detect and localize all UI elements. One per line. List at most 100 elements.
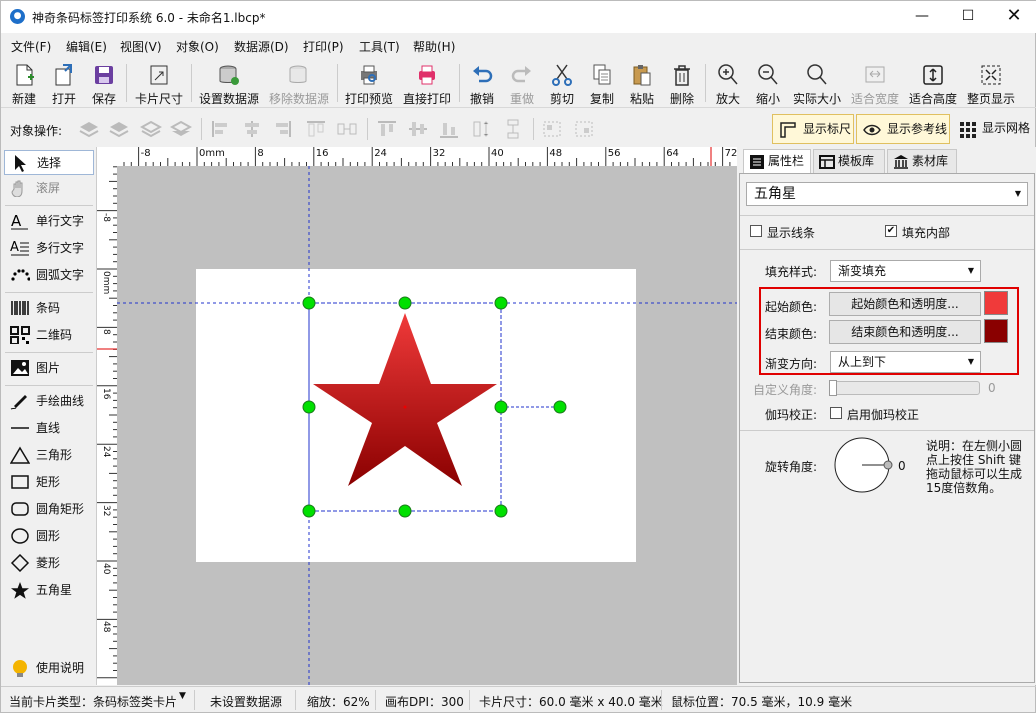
show-grid-toggle[interactable]: 显示网格 [952,114,1034,144]
ungroup-button[interactable] [573,119,595,139]
close-button[interactable]: ✕ [991,1,1036,33]
open-button[interactable]: 打开 [47,60,81,106]
object-type-select[interactable]: 五角星 ▼ [746,182,1028,206]
menu-print[interactable]: 打印(P) [303,38,344,55]
card-size-icon [150,65,168,85]
rounded-rectangle-tool[interactable]: 圆角矩形 [4,497,94,522]
start-color-swatch[interactable] [984,291,1008,315]
end-color-button[interactable]: 结束颜色和透明度... [829,320,981,344]
align-bottom-button[interactable] [438,119,460,139]
send-back-button[interactable] [169,119,193,139]
triangle-tool[interactable]: 三角形 [4,443,94,468]
minimize-button[interactable]: — [899,1,945,33]
show-guides-toggle[interactable]: 显示参考线 [856,114,950,144]
resize-handle[interactable] [494,504,508,518]
cut-button[interactable]: 剪切 [545,60,579,106]
star-shape[interactable] [313,313,497,486]
distribute-horizontal-button[interactable] [336,119,358,139]
resize-handle[interactable] [398,504,412,518]
menu-object[interactable]: 对象(O) [176,38,219,55]
caret-down-icon[interactable]: ▼ [179,691,186,701]
single-line-text-tool[interactable]: A 单行文字 [4,209,94,234]
multi-line-text-tool[interactable]: A 多行文字 [4,236,94,261]
tool-palette: 选择 滚屏 A 单行文字 A 多行文字 圆弧文字 条码 二维码 图片 手绘曲线 直线… [1,147,97,685]
undo-button[interactable]: 撤销 [465,60,499,106]
bring-forward-button[interactable] [108,119,130,139]
resize-handle[interactable] [302,400,316,414]
group-button[interactable] [541,119,563,139]
menu-datasource[interactable]: 数据源(D) [234,38,289,55]
rotation-dial[interactable] [834,436,908,496]
circle-tool[interactable]: 圆形 [4,524,94,549]
resize-handle[interactable] [398,296,412,310]
align-right-button[interactable] [271,119,293,139]
tab-templates[interactable]: 模板库 [813,149,885,173]
copy-button[interactable]: 复制 [585,60,619,106]
arc-text-tool[interactable]: 圆弧文字 [4,263,94,288]
help-button[interactable]: 使用说明 [4,656,94,681]
end-color-swatch[interactable] [984,319,1008,343]
resize-handle[interactable] [494,296,508,310]
paste-button[interactable]: 粘贴 [625,60,659,106]
resize-handle[interactable] [302,296,316,310]
start-color-button[interactable]: 起始颜色和透明度... [829,292,981,316]
barcode-tool[interactable]: 条码 [4,296,94,321]
card-size-button[interactable]: 卡片尺寸 [132,60,186,106]
remove-datasource-button[interactable]: 移除数据源 [267,60,331,106]
gradient-direction-select[interactable]: 从上到下 ▼ [830,351,981,373]
align-center-button[interactable] [241,119,263,139]
new-button[interactable]: 新建 [7,60,41,106]
line-tool[interactable]: 直线 [4,416,94,441]
align-middle-button[interactable] [407,119,429,139]
resize-handle[interactable] [553,400,567,414]
menu-file[interactable]: 文件(F) [11,38,51,55]
gamma-checkbox[interactable]: 启用伽玛校正 [830,406,919,423]
align-top-button[interactable] [305,119,327,139]
menu-view[interactable]: 视图(V) [120,38,162,55]
tab-properties[interactable]: 属性栏 [743,149,811,173]
custom-angle-slider[interactable] [829,380,980,396]
set-datasource-button[interactable]: 设置数据源 [197,60,261,106]
image-tool[interactable]: 图片 [4,356,94,381]
resize-handle[interactable] [494,400,508,414]
fit-width-button[interactable]: 适合宽度 [849,60,901,106]
distribute-vertical-button[interactable] [502,119,524,139]
select-tool[interactable]: 选择 [4,150,94,175]
diamond-tool[interactable]: 菱形 [4,551,94,576]
align-top-edge-button[interactable] [376,119,398,139]
menu-tools[interactable]: 工具(T) [359,38,400,55]
qrcode-tool[interactable]: 二维码 [4,323,94,348]
delete-button[interactable]: 删除 [665,60,699,106]
same-height-button[interactable] [471,119,493,139]
freehand-curve-tool[interactable]: 手绘曲线 [4,389,94,414]
slider-thumb[interactable] [829,380,837,396]
design-canvas[interactable] [117,166,737,685]
print-preview-button[interactable]: 打印预览 [343,60,395,106]
show-lines-checkbox[interactable]: 显示线条 [750,224,815,241]
rectangle-tool[interactable]: 矩形 [4,470,94,495]
zoom-out-button[interactable]: 缩小 [751,60,785,106]
card-type-status[interactable]: 当前卡片类型：条码标签类卡片 [9,693,177,710]
fit-height-button[interactable]: 适合高度 [907,60,959,106]
bring-front-button[interactable] [78,119,100,139]
save-button[interactable]: 保存 [87,60,121,106]
fill-style-select[interactable]: 渐变填充 ▼ [830,260,981,282]
resize-handle[interactable] [302,504,316,518]
fill-inside-checkbox[interactable]: ✔ 填充内部 [885,224,950,241]
ruler-label: 24 [374,148,387,159]
actual-size-button[interactable]: 实际大小 [791,60,843,106]
show-ruler-toggle[interactable]: 显示标尺 [772,114,854,144]
menu-help[interactable]: 帮助(H) [413,38,455,55]
whole-page-button[interactable]: 整页显示 [965,60,1017,106]
star-tool[interactable]: 五角星 [4,578,94,603]
zoom-in-button[interactable]: 放大 [711,60,745,106]
align-left-button[interactable] [210,119,232,139]
canvas-overlay [117,166,737,685]
direct-print-button[interactable]: 直接打印 [401,60,453,106]
send-backward-button[interactable] [139,119,163,139]
menu-edit[interactable]: 编辑(E) [66,38,107,55]
redo-button[interactable]: 重做 [505,60,539,106]
scroll-tool[interactable]: 滚屏 [4,176,94,201]
maximize-button[interactable]: ☐ [945,1,991,33]
tab-assets[interactable]: 素材库 [887,149,957,173]
